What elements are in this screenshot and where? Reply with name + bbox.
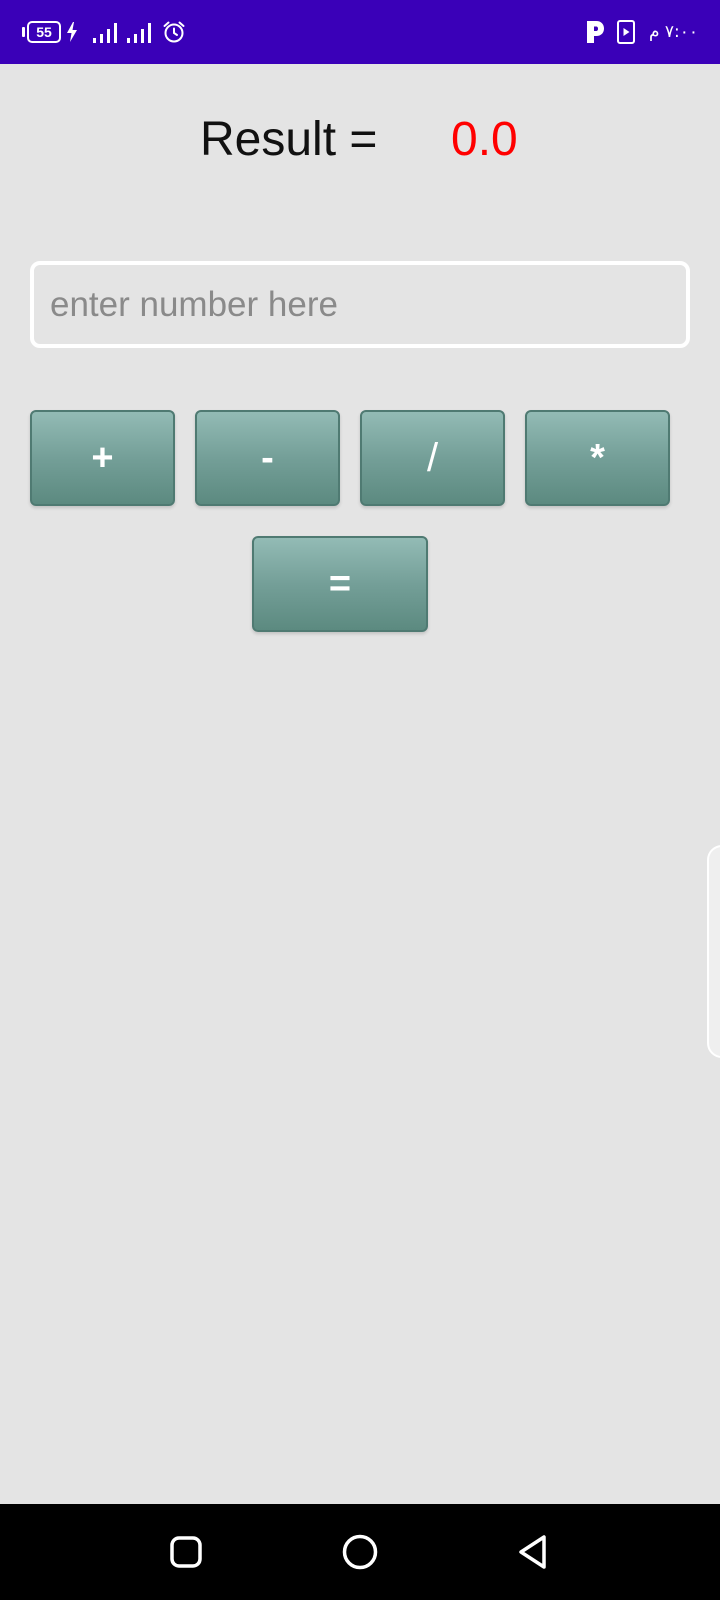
result-value: 0.0 — [451, 113, 518, 166]
navigation-bar — [0, 1504, 720, 1600]
p-app-icon — [586, 21, 604, 43]
battery-icon: 55 — [22, 21, 61, 43]
signal-icon — [127, 23, 151, 43]
calculator-screen: 55 ٧:٠٠ م Result = 0.0 enter number here… — [0, 0, 720, 1600]
divide-button[interactable]: / — [360, 410, 505, 506]
battery-nub — [22, 27, 25, 37]
edge-panel-handle[interactable] — [707, 845, 720, 1058]
plus-button[interactable]: + — [30, 410, 175, 506]
status-right-group: ٧:٠٠ م — [585, 18, 698, 46]
signal-icon — [93, 23, 117, 43]
recents-icon[interactable] — [166, 1532, 206, 1572]
media-play-icon — [616, 20, 635, 44]
multiply-button[interactable]: * — [525, 410, 670, 506]
result-label: Result = — [200, 113, 378, 166]
charging-bolt-icon — [67, 22, 77, 42]
status-bar: 55 ٧:٠٠ م — [0, 0, 720, 64]
number-input[interactable] — [30, 261, 690, 348]
result-row: Result = 0.0 — [0, 108, 720, 172]
back-icon[interactable] — [514, 1532, 554, 1572]
equals-button[interactable]: = — [252, 536, 428, 632]
alarm-icon — [163, 21, 185, 43]
status-left-group: 55 — [22, 18, 186, 46]
minus-button[interactable]: - — [195, 410, 340, 506]
status-clock: ٧:٠٠ م — [648, 22, 698, 42]
home-icon[interactable] — [340, 1532, 380, 1572]
battery-level: 55 — [27, 21, 61, 43]
